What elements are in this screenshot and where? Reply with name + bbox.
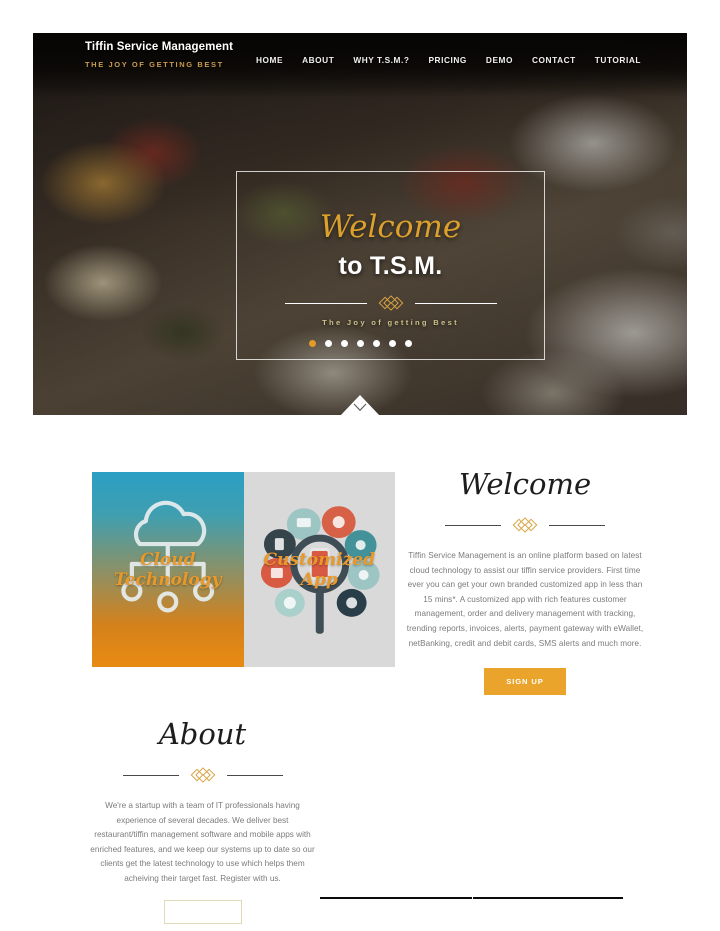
customized-app-caption: Customized App [263, 549, 375, 590]
welcome-heading: Welcome [458, 467, 592, 501]
carousel-dot-3[interactable] [340, 340, 348, 347]
welcome-media-group: Cloud Technology Customized App [92, 472, 395, 667]
chevron-down-icon[interactable] [353, 403, 367, 412]
about-action-button[interactable] [163, 899, 242, 924]
welcome-text-column: Welcome Tiffin Service Management is an … [405, 467, 645, 696]
nav-item-home[interactable]: HOME [256, 55, 283, 65]
main-navigation: HOME ABOUT WHY T.S.M.? PRICING DEMO CONT… [256, 55, 641, 65]
sign-up-button[interactable]: SIGN UP [484, 668, 566, 696]
brand[interactable]: Tiffin Service Management THE JOY OF GET… [85, 41, 233, 69]
hero-script-title: Welcome [319, 209, 462, 245]
nav-item-about[interactable]: ABOUT [302, 55, 334, 65]
hero-content-frame: Welcome to T.S.M. The Joy of getting Bes… [236, 171, 545, 360]
carousel-dot-7[interactable] [404, 340, 412, 347]
brand-tagline: THE JOY OF GETTING BEST [85, 60, 224, 69]
welcome-paragraph: Tiffin Service Management is an online p… [406, 551, 644, 648]
carousel-dot-2[interactable] [324, 340, 332, 347]
nav-item-why-tsm[interactable]: WHY T.S.M.? [353, 55, 409, 65]
about-heading: About [158, 717, 247, 751]
carousel-dot-4[interactable] [356, 340, 364, 347]
welcome-divider-ornament [445, 517, 605, 533]
nav-item-pricing[interactable]: PRICING [428, 55, 466, 65]
about-section: About We're a startup with a team of IT … [90, 720, 315, 924]
hero-tagline: The Joy of getting Best [322, 318, 459, 327]
footer-rule-right [473, 897, 623, 899]
about-divider-ornament [122, 767, 283, 783]
nav-item-contact[interactable]: CONTACT [532, 55, 576, 65]
carousel-dots [33, 340, 687, 347]
customized-app-image: Customized App [243, 472, 395, 667]
brand-title: Tiffin Service Management [85, 41, 233, 53]
carousel-dot-6[interactable] [388, 340, 396, 347]
about-paragraph: We're a startup with a team of IT profes… [90, 801, 315, 883]
hero-divider-ornament [284, 295, 497, 311]
hero-subtitle: to T.S.M. [338, 252, 443, 280]
hero-banner: Tiffin Service Management THE JOY OF GET… [33, 33, 687, 415]
nav-item-tutorial[interactable]: TUTORIAL [595, 55, 641, 65]
footer-rule-left [320, 897, 472, 899]
cloud-technology-caption: Cloud Technology [114, 549, 222, 590]
site-header: Tiffin Service Management THE JOY OF GET… [33, 33, 687, 85]
cloud-technology-image: Cloud Technology [92, 472, 244, 667]
carousel-dot-5[interactable] [372, 340, 380, 347]
carousel-dot-1[interactable] [308, 340, 316, 347]
nav-item-demo[interactable]: DEMO [486, 55, 513, 65]
